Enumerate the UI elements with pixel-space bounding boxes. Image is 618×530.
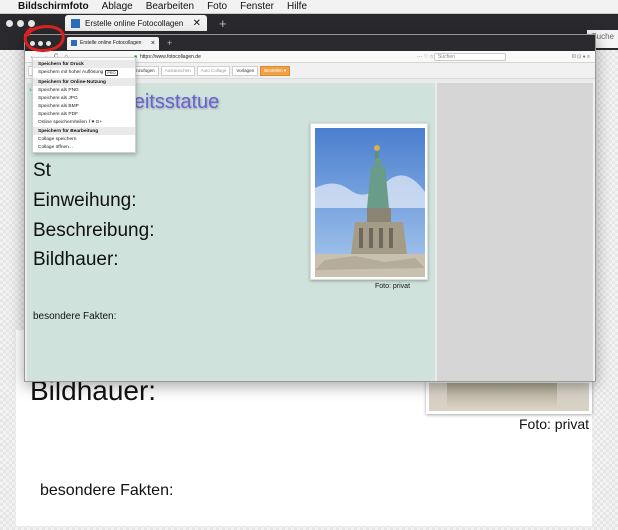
new-tab-icon[interactable]: + <box>219 16 227 31</box>
tab-title: Erstelle online Fotocollagen <box>85 18 184 28</box>
tab-title: Erstelle online Fotocollagen <box>80 40 142 46</box>
page-actions-icon[interactable]: ··· ♡ ☆ <box>417 54 434 60</box>
label-bildhauer[interactable]: Bildhauer: <box>33 249 119 271</box>
favicon-icon <box>71 40 77 46</box>
outer-browser-tab[interactable]: Erstelle online Fotocollagen ✕ <box>65 15 207 31</box>
bestellen-button[interactable]: Bestellen ▾ <box>260 65 291 76</box>
favicon-icon <box>71 18 80 28</box>
statue-photo-partial <box>426 380 592 414</box>
label-einweihung[interactable]: Einweihung: <box>33 190 137 212</box>
editor-side-panel <box>437 83 593 381</box>
photo-caption: Foto: privat <box>375 283 411 290</box>
fakten-label: besondere Fakten: <box>40 482 174 499</box>
label-beschreibung[interactable]: Beschreibung: <box>33 220 154 242</box>
dropdown-menu-item[interactable]: Speichere als JPG <box>33 94 135 102</box>
url-text: https://www.fotocollagen.de <box>140 53 201 60</box>
dropdown-menu-item[interactable]: Speichere als PDF <box>33 110 135 118</box>
menu-foto[interactable]: Foto <box>207 1 227 12</box>
dropdown-item-label: Online speichern/teilen <box>38 119 87 125</box>
dropdown-item-label: Collage speichern <box>38 136 77 142</box>
auto-collage-button[interactable]: Auto Collage <box>196 65 231 76</box>
vorlagen-button[interactable]: Vorlagen <box>232 65 259 76</box>
new-tab-icon[interactable]: + <box>167 38 172 48</box>
dropdown-section-header: Speichern für Druck <box>33 60 135 68</box>
close-tab-icon[interactable]: ✕ <box>193 18 201 29</box>
photo-caption: Foto: privat <box>519 416 590 432</box>
dropdown-section-header: Speichern für Online-Nutzung <box>33 78 135 86</box>
label-standort[interactable]: St <box>33 160 51 182</box>
close-window-icon[interactable] <box>6 19 13 27</box>
dropdown-menu-item[interactable]: Collage öffnen... <box>33 143 135 151</box>
inner-browser-tab[interactable]: Erstelle online Fotocollagen × <box>67 36 159 50</box>
dropdown-section-header: Speichern für Bearbeitung <box>33 127 135 135</box>
pro-badge: PRO <box>105 69 118 76</box>
address-bar[interactable]: ■ https://www.fotocollagen.de ··· ♡ ☆ <box>134 52 434 61</box>
close-tab-icon[interactable]: × <box>151 40 155 47</box>
dropdown-item-label: Speichern mit hoher Auflösung <box>38 70 104 75</box>
dropdown-menu-item[interactable]: Collage speichern <box>33 135 135 143</box>
dropdown-item-label: Speichere als PNG <box>38 87 79 93</box>
red-circle-annotation <box>23 25 65 53</box>
social-share-icons[interactable]: f ♥ G+ <box>89 120 102 125</box>
fakten-label[interactable]: besondere Fakten: <box>33 311 116 322</box>
vertical-scrollbar[interactable] <box>593 79 595 381</box>
dropdown-item-label: Speichere als PDF <box>38 111 78 117</box>
search-input[interactable]: Suchen <box>433 52 506 61</box>
macos-menubar: Bildschirmfoto Ablage Bearbeiten Foto Fe… <box>0 0 618 14</box>
dropdown-menu-item[interactable]: Speichere als BMP <box>33 102 135 110</box>
menu-hilfe[interactable]: Hilfe <box>287 1 307 12</box>
dropdown-item-label: Speichere als BMP <box>38 103 79 109</box>
dropdown-menu-item[interactable]: Speichere als PNG <box>33 86 135 94</box>
menu-bearbeiten[interactable]: Bearbeiten <box>146 1 194 12</box>
statue-of-liberty-photo[interactable] <box>310 123 428 280</box>
datei-dropdown-menu: Speichern für Druck Speichern mit hoher A… <box>32 57 136 153</box>
menu-fenster[interactable]: Fenster <box>240 1 274 12</box>
statue-image <box>315 128 425 277</box>
dropdown-menu-item[interactable]: Speichern mit hoher Auflösung PRO <box>33 68 135 77</box>
austauschen-button[interactable]: Austauschen <box>160 65 195 76</box>
dropdown-menu-item[interactable]: Online speichern/teilen f ♥ G+ <box>33 118 135 126</box>
browser-menu-icons[interactable]: IIl ⊡ ● ≡ <box>572 54 590 60</box>
menu-bildschirmfoto[interactable]: Bildschirmfoto <box>18 1 89 12</box>
dropdown-item-label: Speichere als JPG <box>38 95 78 101</box>
dropdown-item-label: Collage öffnen... <box>38 144 73 150</box>
menu-ablage[interactable]: Ablage <box>102 1 133 12</box>
